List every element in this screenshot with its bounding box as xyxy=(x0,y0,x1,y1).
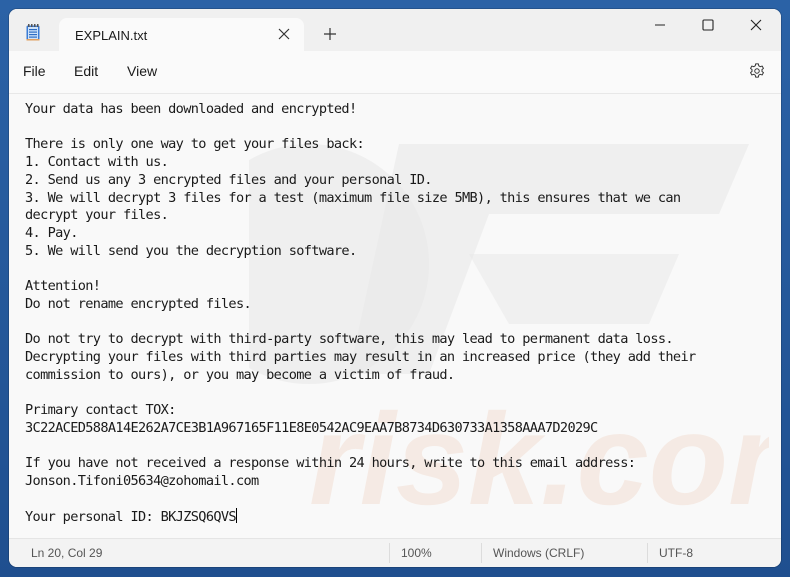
close-window-button[interactable] xyxy=(733,9,779,41)
plus-icon[interactable] xyxy=(319,23,341,45)
line: decrypt your files. xyxy=(25,207,169,224)
document-text[interactable]: Your data has been downloaded and encryp… xyxy=(9,94,781,527)
tab-title: EXPLAIN.txt xyxy=(75,28,148,43)
notepad-window: EXPLAIN.txt File Edit View risk.co Your … xyxy=(9,9,781,567)
menu-view[interactable]: View xyxy=(127,63,157,79)
divider xyxy=(647,543,648,563)
tab-explain-txt[interactable]: EXPLAIN.txt xyxy=(59,18,304,51)
close-icon[interactable] xyxy=(274,24,294,44)
line: Decrypting your files with third parties… xyxy=(25,348,696,365)
menu-file[interactable]: File xyxy=(23,63,46,79)
zoom-level[interactable]: 100% xyxy=(401,546,432,560)
menu-edit[interactable]: Edit xyxy=(74,63,98,79)
line: Primary contact TOX: xyxy=(25,401,176,418)
line: Your data has been downloaded and encryp… xyxy=(25,101,357,117)
minimize-button[interactable] xyxy=(637,9,683,41)
title-bar: EXPLAIN.txt xyxy=(9,9,781,51)
notepad-icon xyxy=(26,24,40,41)
maximize-button[interactable] xyxy=(685,9,731,41)
menu-bar: File Edit View xyxy=(9,51,781,94)
line: 5. We will send you the decryption softw… xyxy=(25,242,357,259)
minimize-icon xyxy=(655,24,665,26)
line: Do not try to decrypt with third-party s… xyxy=(25,331,674,348)
line: Do not rename encrypted files. xyxy=(25,295,252,312)
maximize-icon xyxy=(702,19,714,31)
line: Attention! xyxy=(25,278,101,295)
close-icon xyxy=(750,19,762,31)
text-caret xyxy=(235,508,237,524)
line: There is only one way to get your files … xyxy=(25,136,365,153)
divider xyxy=(389,543,390,563)
line: 3. We will decrypt 3 files for a test (m… xyxy=(25,189,681,206)
line: 4. Pay. xyxy=(25,224,78,241)
line-ending[interactable]: Windows (CRLF) xyxy=(493,546,584,560)
line: 2. Send us any 3 encrypted files and you… xyxy=(25,171,432,188)
encoding[interactable]: UTF-8 xyxy=(659,546,693,560)
personal-id-line: Your personal ID: BKJZSQ6QVS xyxy=(25,509,237,526)
cursor-position: Ln 20, Col 29 xyxy=(31,546,103,560)
email-address: Jonson.Tifoni05634@zohomail.com xyxy=(25,472,259,489)
line: commission to ours), or you may become a… xyxy=(25,366,455,383)
tox-id: 3C22ACED588A14E262A7CE3B1A967165F11E8E05… xyxy=(25,419,598,436)
line: 1. Contact with us. xyxy=(25,154,169,171)
status-bar: Ln 20, Col 29 100% Windows (CRLF) UTF-8 xyxy=(9,538,781,567)
divider xyxy=(481,543,482,563)
line: If you have not received a response with… xyxy=(25,455,636,472)
gear-icon[interactable] xyxy=(748,62,766,80)
text-editor[interactable]: risk.com Your data has been downloaded a… xyxy=(9,94,781,538)
